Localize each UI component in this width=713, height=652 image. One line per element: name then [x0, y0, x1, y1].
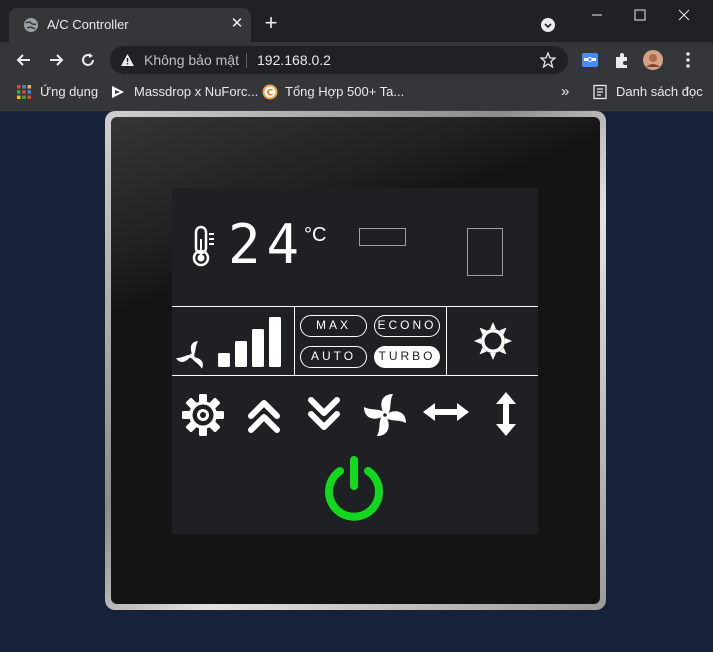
url-text[interactable]: 192.168.0.2 — [257, 52, 331, 68]
tab-ac-controller[interactable]: A/C Controller ✕ — [9, 8, 251, 42]
svg-text:C: C — [267, 89, 274, 99]
mode-econo-button[interactable]: ECONO — [374, 315, 440, 337]
fan-icon[interactable] — [362, 392, 408, 438]
wifi-image-placeholder — [467, 228, 503, 276]
tab-search-icon[interactable] — [540, 17, 556, 33]
settings-icon[interactable] — [181, 393, 225, 437]
control-panel: 24 °C MAX ECONO AUTO TURBO — [172, 188, 538, 534]
browser-chrome: A/C Controller ✕ + Không bảo mật 192.168… — [0, 0, 713, 111]
bookmark-massdrop[interactable]: Massdrop x NuForc... — [134, 84, 258, 104]
temp-down-icon[interactable] — [306, 394, 342, 436]
temperature-unit: °C — [304, 224, 327, 246]
security-label[interactable]: Không bảo mật — [144, 52, 239, 68]
bookmarks-overflow-icon[interactable]: » — [561, 84, 569, 104]
tonghop-icon[interactable]: C — [262, 84, 278, 100]
swing-horizontal-icon[interactable] — [422, 400, 470, 424]
swing-vertical-icon[interactable] — [494, 391, 518, 437]
fan-level-bar — [252, 329, 264, 367]
massdrop-icon[interactable] — [110, 84, 126, 100]
thermometer-icon — [192, 225, 214, 267]
new-tab-button[interactable]: + — [262, 12, 280, 34]
forward-icon[interactable] — [46, 50, 66, 70]
minimize-icon[interactable] — [585, 8, 609, 22]
divider-right — [446, 306, 447, 375]
bookmark-star-icon[interactable] — [540, 52, 556, 68]
window-close-icon[interactable] — [672, 6, 696, 24]
divider-bottom — [172, 375, 538, 376]
mode-turbo-button[interactable]: TURBO — [374, 346, 440, 368]
fan-level-bars[interactable] — [216, 316, 284, 368]
fan-speed-icon[interactable] — [176, 340, 208, 372]
sun-icon[interactable] — [472, 320, 514, 362]
back-icon[interactable] — [14, 50, 34, 70]
reading-list-icon[interactable] — [592, 84, 608, 100]
tab-strip: A/C Controller ✕ + — [0, 0, 713, 42]
divider-left — [294, 306, 295, 375]
mode-auto-button[interactable]: AUTO — [300, 346, 367, 368]
bookmarks-bar: Ứng dụng Massdrop x NuForc... C Tổng Hợp… — [0, 78, 713, 111]
tab-close-icon[interactable]: ✕ — [229, 16, 245, 32]
menu-kebab-icon[interactable] — [678, 50, 698, 70]
warning-icon[interactable] — [120, 53, 135, 67]
maximize-icon[interactable] — [628, 6, 652, 24]
power-button-icon[interactable] — [320, 454, 388, 524]
extension-media-icon[interactable] — [580, 50, 600, 70]
bookmark-reading-list[interactable]: Danh sách đọc — [616, 84, 703, 104]
profile-avatar-icon[interactable] — [643, 50, 663, 70]
tab-title: A/C Controller — [47, 17, 129, 32]
fan-level-bar — [235, 341, 247, 367]
address-bar[interactable]: Không bảo mật 192.168.0.2 — [110, 46, 568, 74]
temp-up-icon[interactable] — [246, 394, 282, 436]
bookmark-apps[interactable]: Ứng dụng — [40, 84, 98, 104]
temperature-value: 24 — [228, 213, 306, 276]
divider-top — [172, 306, 538, 307]
mode-max-button[interactable]: MAX — [300, 315, 367, 337]
fan-level-bar — [269, 317, 281, 367]
address-separator — [246, 53, 247, 68]
extensions-puzzle-icon[interactable] — [612, 50, 632, 70]
globe-icon — [24, 18, 38, 32]
status-image-placeholder — [359, 228, 406, 246]
fan-level-bar — [218, 353, 230, 367]
bookmark-tonghop[interactable]: Tổng Hợp 500+ Ta... — [285, 84, 404, 104]
reload-icon[interactable] — [78, 50, 98, 70]
apps-grid-icon[interactable] — [16, 84, 32, 100]
